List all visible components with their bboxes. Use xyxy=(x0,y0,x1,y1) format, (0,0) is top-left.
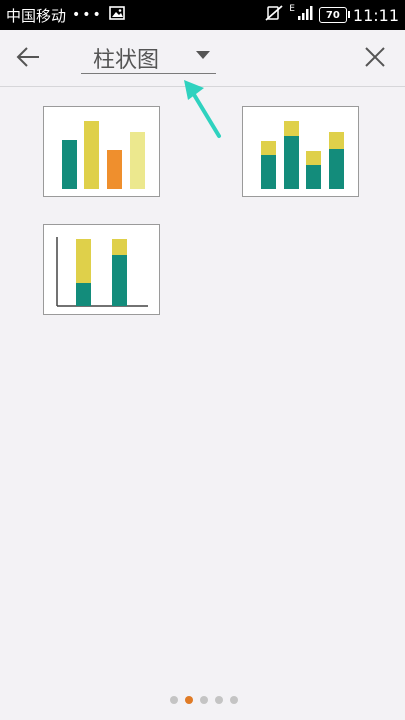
close-icon xyxy=(365,47,385,67)
page-dot[interactable] xyxy=(170,696,178,704)
mute-icon xyxy=(265,5,283,25)
page-dot-active[interactable] xyxy=(185,696,193,704)
image-notification-icon xyxy=(108,6,125,24)
caret-down-icon xyxy=(196,51,210,59)
chart-type-label: 柱状图 xyxy=(93,48,160,73)
status-bar: 中国移动 ••• E 70 11:11 xyxy=(0,0,405,30)
clustered-column-thumbnail-icon xyxy=(62,121,145,189)
chart-option-percent-stacked-column[interactable] xyxy=(43,224,160,315)
page-dot[interactable] xyxy=(215,696,223,704)
close-button[interactable] xyxy=(361,43,389,71)
chart-option-clustered-column[interactable] xyxy=(43,106,160,197)
annotation-arrow-icon xyxy=(184,80,221,138)
chart-type-dropdown[interactable]: 柱状图 xyxy=(81,41,216,74)
percent-stacked-column-thumbnail-icon xyxy=(56,237,148,307)
page-dot[interactable] xyxy=(230,696,238,704)
notification-dots: ••• xyxy=(72,7,103,23)
signal-icon xyxy=(297,5,313,25)
battery-icon: 70 xyxy=(318,7,350,23)
chart-option-stacked-column[interactable] xyxy=(242,106,359,197)
clock: 11:11 xyxy=(352,5,399,25)
carrier-name: 中国移动 xyxy=(6,6,67,25)
page-dot[interactable] xyxy=(200,696,208,704)
stacked-column-thumbnail-icon xyxy=(261,121,344,189)
network-type: E xyxy=(289,4,295,14)
back-button[interactable] xyxy=(14,42,44,72)
page-indicator xyxy=(170,696,238,704)
back-arrow-icon xyxy=(16,47,39,67)
